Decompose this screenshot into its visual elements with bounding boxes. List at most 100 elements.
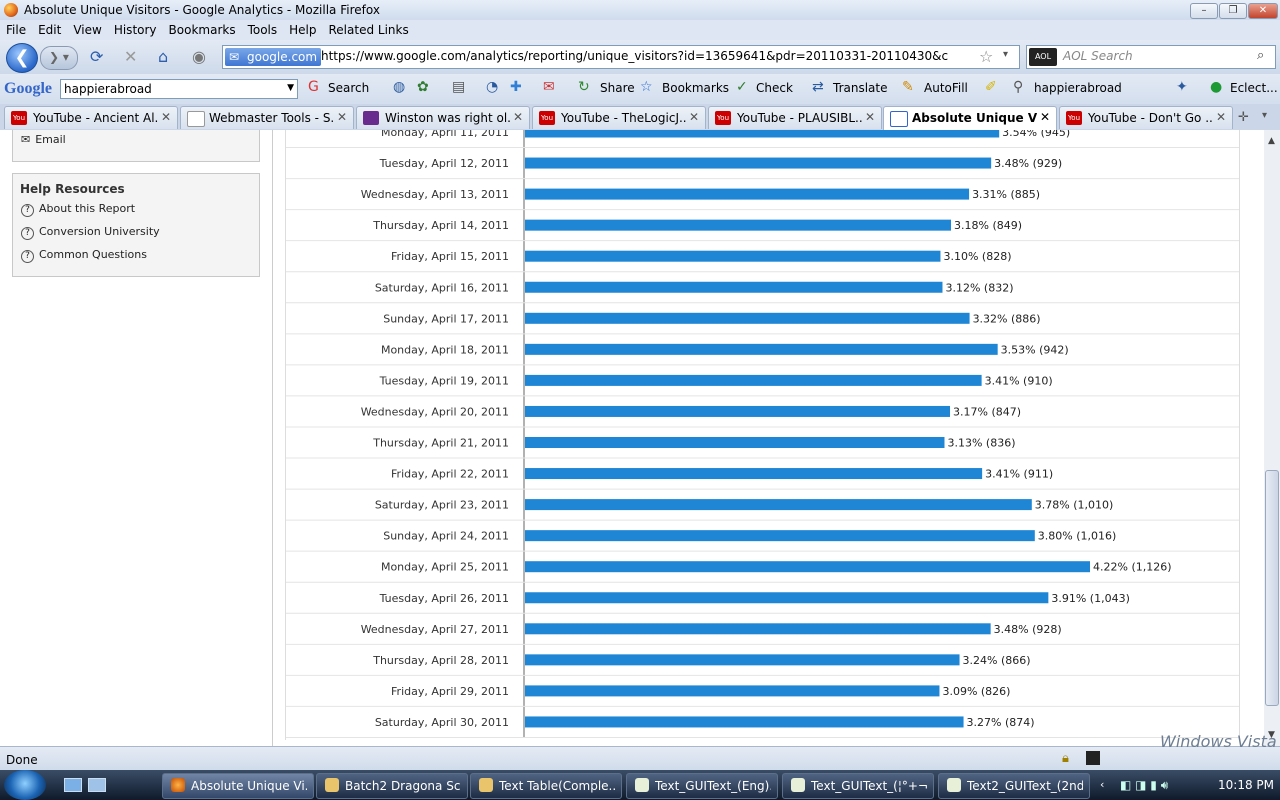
menu-help[interactable]: Help (289, 20, 316, 40)
taskbar-item-batch2[interactable]: Batch2 Dragona Sc... (316, 773, 468, 799)
forward-button[interactable]: ❯ ▾ (40, 46, 78, 70)
term-button[interactable]: happierabroad (1034, 81, 1122, 95)
bar[interactable] (525, 405, 951, 417)
share-icon[interactable]: ↻ (578, 80, 590, 94)
system-tray-icons[interactable]: ◧ ◨ ▮ 🔊︎ (1120, 778, 1210, 792)
close-tab-icon[interactable]: ✕ (689, 110, 699, 124)
taskbar-item-text-table[interactable]: Text Table(Comple... (470, 773, 622, 799)
globe-icon[interactable]: ◉ (192, 49, 206, 65)
email-link[interactable]: ✉ Email (21, 133, 66, 146)
search-box[interactable]: AOL AOL Search ⌕ (1026, 45, 1276, 69)
green-dot-icon[interactable]: ● (1210, 80, 1222, 94)
bar[interactable] (525, 654, 960, 666)
url-text[interactable]: https://www.google.com/analytics/reporti… (321, 49, 949, 63)
bar[interactable] (525, 561, 1090, 573)
bookmark-star-icon[interactable]: ☆ (979, 47, 993, 66)
bar[interactable] (525, 343, 998, 355)
bar[interactable] (525, 437, 945, 448)
plus-icon[interactable]: ✚ (510, 80, 522, 94)
url-bar[interactable]: google.com https://www.google.com/analyt… (222, 45, 1020, 69)
google-search-input[interactable]: happierabroad ▼ (60, 79, 298, 99)
popup-blocker-icon[interactable]: ▤ (452, 80, 465, 94)
bar[interactable] (525, 530, 1035, 542)
bar[interactable] (525, 499, 1032, 511)
menu-view[interactable]: View (73, 20, 101, 40)
puzzle-icon[interactable]: ✿ (417, 80, 429, 94)
tab-webmaster-tools[interactable]: Webmaster Tools - S... ✕ (180, 106, 354, 129)
bar[interactable] (525, 685, 940, 697)
menu-bookmarks[interactable]: Bookmarks (169, 20, 236, 40)
autofill-button[interactable]: AutoFill (924, 81, 968, 95)
mail-icon[interactable]: ✉ (543, 80, 555, 94)
close-button[interactable]: ✕ (1248, 3, 1278, 19)
taskbar-item-firefox[interactable]: Absolute Unique Vi... (162, 773, 314, 799)
translate-button[interactable]: Translate (833, 81, 888, 95)
bar[interactable] (525, 219, 952, 231)
taskbar-item-text2-gui[interactable]: Text2_GUIText_(2nd... (938, 773, 1090, 799)
tab-youtube-dont-go[interactable]: You YouTube - Don't Go ... ✕ (1059, 106, 1233, 129)
share-button[interactable]: Share (600, 81, 635, 95)
scrollbar-thumb[interactable] (1265, 470, 1279, 706)
start-button[interactable] (4, 770, 46, 800)
minimize-button[interactable]: – (1190, 3, 1218, 19)
close-tab-icon[interactable]: ✕ (337, 110, 347, 124)
bar[interactable] (525, 623, 991, 635)
menu-edit[interactable]: Edit (38, 20, 61, 40)
help-link-about[interactable]: ? About this Report (21, 202, 135, 217)
switch-windows-icon[interactable] (88, 778, 106, 792)
magnifier-icon[interactable]: ⚲ (1013, 80, 1023, 94)
tab-absolute-unique-visitors[interactable]: Absolute Unique Vis...✕ (883, 106, 1057, 130)
tab-youtube-plausible[interactable]: You YouTube - PLAUSIBL... ✕ (708, 106, 882, 129)
addon-icon[interactable] (1086, 751, 1100, 765)
maximize-button[interactable]: ❐ (1219, 3, 1247, 19)
check-button[interactable]: Check (756, 81, 793, 95)
tray-chevron-icon[interactable]: ‹ (1100, 778, 1104, 791)
show-desktop-icon[interactable] (64, 778, 82, 792)
close-tab-icon[interactable]: ✕ (865, 110, 875, 124)
reload-icon[interactable]: ⟳ (90, 49, 103, 65)
site-identity-badge[interactable]: google.com (225, 48, 322, 66)
tab-list-icon[interactable]: ▾ (1262, 110, 1267, 121)
stop-icon[interactable]: ✕ (124, 49, 137, 65)
bar[interactable] (525, 716, 964, 728)
chevron-down-icon[interactable]: ▼ (287, 83, 294, 93)
taskbar-item-text-gui-2[interactable]: Text_GUIText_(¦°+¬... (782, 773, 934, 799)
bar[interactable] (525, 281, 943, 293)
close-tab-icon[interactable]: ✕ (513, 110, 523, 124)
help-link-conversion[interactable]: ? Conversion University (21, 225, 160, 240)
bookmarks-star-icon[interactable]: ☆ (640, 80, 653, 94)
new-tab-icon[interactable]: ✛ (1238, 110, 1249, 125)
bar[interactable] (525, 250, 941, 262)
bar[interactable] (525, 374, 982, 386)
tab-youtube-logicj[interactable]: You YouTube - TheLogicJ... ✕ (532, 106, 706, 129)
eclect-button[interactable]: Eclect... (1230, 81, 1278, 95)
google-bookmarks-button[interactable]: Bookmarks (662, 81, 729, 95)
menu-file[interactable]: File (6, 20, 26, 40)
bar[interactable] (525, 157, 992, 169)
close-tab-icon[interactable]: ✕ (161, 110, 171, 124)
close-tab-icon[interactable]: ✕ (1216, 110, 1226, 124)
scroll-up-icon[interactable]: ▲ (1268, 136, 1275, 146)
translate-icon[interactable]: ⇄ (812, 80, 824, 94)
tab-youtube-ancient[interactable]: You YouTube - Ancient Al... ✕ (4, 106, 178, 129)
spellcheck-icon[interactable]: ✓ (736, 80, 748, 94)
bar[interactable] (525, 592, 1049, 604)
menu-history[interactable]: History (114, 20, 157, 40)
google-search-button[interactable]: Search (328, 81, 369, 95)
highlighter-icon[interactable]: ✐ (985, 80, 997, 94)
bar[interactable] (525, 188, 970, 200)
clock-icon[interactable]: ◔ (486, 80, 498, 94)
taskbar-item-text-gui-eng[interactable]: Text_GUIText_(Eng)... (626, 773, 778, 799)
bar[interactable] (525, 130, 1000, 138)
menu-related-links[interactable]: Related Links (329, 20, 409, 40)
menu-tools[interactable]: Tools (248, 20, 278, 40)
back-button[interactable]: ❮ (6, 43, 38, 73)
search-icon[interactable]: ⌕ (1257, 48, 1264, 63)
bar[interactable] (525, 312, 970, 324)
home-icon[interactable]: ⌂ (158, 49, 168, 65)
aol-engine-icon[interactable]: AOL (1029, 48, 1057, 66)
url-dropdown-icon[interactable]: ▾ (1003, 49, 1008, 60)
autofill-icon[interactable]: ✎ (902, 80, 914, 94)
bar[interactable] (525, 468, 983, 480)
help-link-questions[interactable]: ? Common Questions (21, 248, 147, 263)
